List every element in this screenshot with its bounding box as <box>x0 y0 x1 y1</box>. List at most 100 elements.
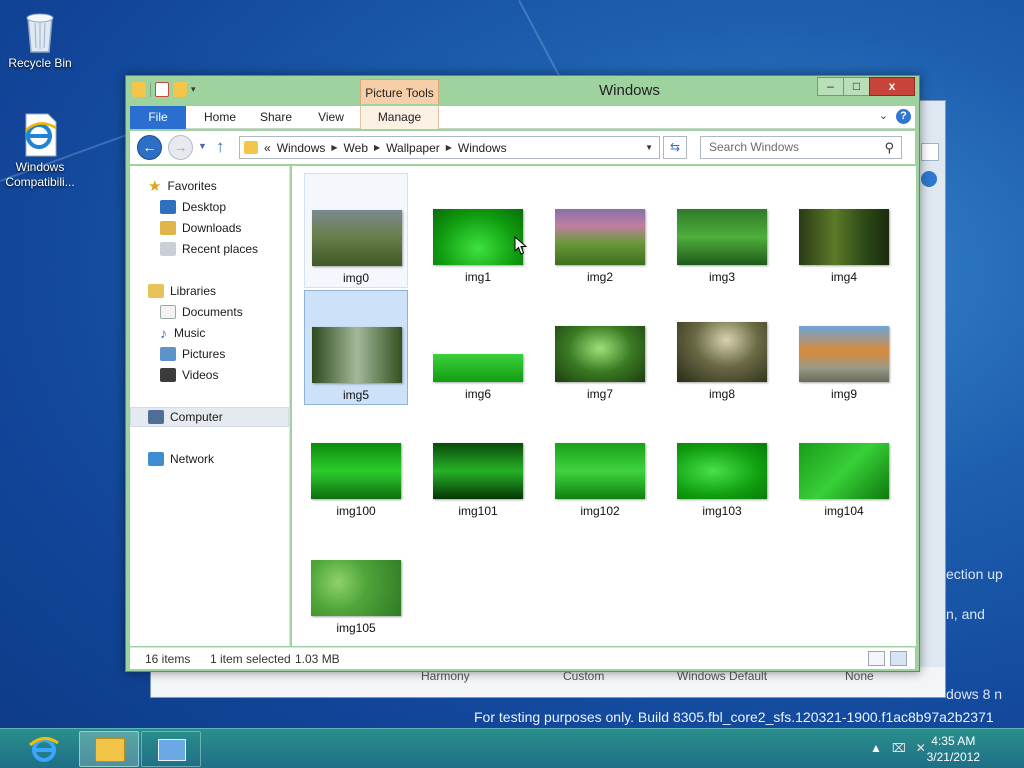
refresh-button[interactable]: ⇆ <box>663 136 687 159</box>
help-icon[interactable]: ? <box>896 109 911 124</box>
thumbnail <box>677 322 767 382</box>
nav-computer[interactable]: Computer <box>130 407 289 427</box>
forward-button[interactable]: → <box>168 135 193 160</box>
nav-downloads[interactable]: Downloads <box>160 218 288 238</box>
documents-icon <box>160 305 176 319</box>
clock[interactable]: 4:35 AM 3/21/2012 <box>927 733 980 765</box>
taskbar-internet-explorer[interactable] <box>14 731 74 767</box>
folder-icon <box>244 141 258 154</box>
nav-libraries[interactable]: Libraries <box>148 281 288 301</box>
thumbnail <box>555 443 645 499</box>
file-tile-img4[interactable]: img4 <box>792 173 896 288</box>
control-panel-icon <box>158 739 186 761</box>
file-tile-img104[interactable]: img104 <box>792 407 896 522</box>
nav-music[interactable]: ♪ Music <box>160 323 288 343</box>
nav-recent-places[interactable]: Recent places <box>160 239 288 259</box>
new-folder-icon[interactable] <box>173 82 187 97</box>
taskbar-file-explorer[interactable] <box>79 731 139 767</box>
nav-favorites[interactable]: ★ Favorites <box>148 176 288 196</box>
back-button[interactable]: ← <box>137 135 162 160</box>
file-tile-img8[interactable]: img8 <box>670 290 774 405</box>
file-tile-img3[interactable]: img3 <box>670 173 774 288</box>
minimize-button[interactable]: – <box>817 77 844 96</box>
customize-qat-icon[interactable]: ▾ <box>191 84 196 95</box>
nav-label: Downloads <box>182 221 242 235</box>
breadcrumb-item[interactable]: Wallpaper <box>386 141 440 155</box>
breadcrumb-arrow-icon[interactable]: ▶ <box>331 143 337 152</box>
search-icon <box>921 143 939 161</box>
properties-icon[interactable] <box>155 82 169 97</box>
address-bar[interactable]: « Windows ▶ Web ▶ Wallpaper ▶ Windows ▼ <box>239 136 660 159</box>
navigation-bar: ← → ▼ ↑ « Windows ▶ Web ▶ Wallpaper ▶ Wi… <box>130 131 915 164</box>
address-dropdown-icon[interactable]: ▼ <box>645 143 653 152</box>
tab-share[interactable]: Share <box>252 106 300 129</box>
show-hidden-icons-icon[interactable]: ▲ <box>870 741 882 755</box>
file-tile-img9[interactable]: img9 <box>792 290 896 405</box>
selection-size: 1.03 MB <box>295 652 340 666</box>
file-tile-img102[interactable]: img102 <box>548 407 652 522</box>
large-icons-view-icon[interactable] <box>890 651 907 666</box>
taskbar-control-panel[interactable] <box>141 731 201 767</box>
details-view-icon[interactable] <box>868 651 885 666</box>
file-name: img102 <box>580 504 620 518</box>
nav-desktop[interactable]: Desktop <box>160 197 288 217</box>
volume-muted-icon[interactable]: ✕ <box>916 741 926 755</box>
libraries-icon <box>148 284 164 298</box>
breadcrumb-item[interactable]: Web <box>344 141 368 155</box>
file-tile-img101[interactable]: img101 <box>426 407 530 522</box>
nav-network[interactable]: Network <box>148 449 288 469</box>
file-name: img6 <box>464 387 491 401</box>
computer-icon <box>148 410 164 424</box>
nav-label: Network <box>170 452 215 466</box>
file-tile-img2[interactable]: img2 <box>548 173 652 288</box>
file-name: img0 <box>342 271 369 285</box>
maximize-button[interactable]: □ <box>843 77 870 96</box>
file-name: img103 <box>702 504 742 518</box>
downloads-icon <box>160 221 176 235</box>
tab-view[interactable]: View <box>308 106 354 129</box>
search-input[interactable]: Search Windows ⚲ <box>700 136 902 159</box>
file-tile-img5[interactable]: img5 <box>304 290 408 405</box>
thumbnail <box>312 327 402 383</box>
background-text: ection up <box>946 566 1003 582</box>
thumbnail <box>311 443 401 499</box>
desktop-icon-recycle-bin[interactable]: Recycle Bin <box>0 8 80 71</box>
thumbnail <box>799 209 889 265</box>
up-arrow-icon[interactable]: ↑ <box>216 137 225 157</box>
thumbnail <box>555 326 645 382</box>
file-tile-img6[interactable]: img6 <box>426 290 530 405</box>
tab-manage[interactable]: Manage <box>360 106 439 129</box>
expand-ribbon-icon[interactable]: ⌄ <box>879 109 888 124</box>
tab-file[interactable]: File <box>130 106 186 129</box>
file-tile-img7[interactable]: img7 <box>548 290 652 405</box>
file-tile-img1[interactable]: img1 <box>426 173 530 288</box>
nav-pictures[interactable]: Pictures <box>160 344 288 364</box>
breadcrumb-arrow-icon[interactable]: ▶ <box>374 143 380 152</box>
nav-documents[interactable]: Documents <box>160 302 288 322</box>
folder-icon <box>132 82 146 97</box>
close-button[interactable]: x <box>869 77 915 96</box>
network-icon[interactable]: ⌧ <box>892 741 906 755</box>
breadcrumb-item[interactable]: Windows <box>277 141 326 155</box>
mouse-pointer-icon <box>514 236 528 255</box>
title-bar[interactable]: ▾ Picture Tools Windows – □ x <box>126 76 919 104</box>
tab-home[interactable]: Home <box>196 106 244 129</box>
nav-videos[interactable]: Videos <box>160 365 288 385</box>
file-tile-img0[interactable]: img0 <box>304 173 408 288</box>
file-name: img9 <box>830 387 857 401</box>
desktop-icon-label: Windows Compatibili... <box>5 160 75 189</box>
file-tile-img103[interactable]: img103 <box>670 407 774 522</box>
breadcrumb-arrow-icon[interactable]: ▶ <box>446 143 452 152</box>
recent-locations-icon[interactable]: ▼ <box>198 141 207 151</box>
notification-area: ▲ ⌧ ✕ <box>870 741 926 755</box>
file-tile-img100[interactable]: img100 <box>304 407 408 522</box>
nav-label: Music <box>174 326 206 340</box>
thumbnail <box>433 209 523 265</box>
desktop-icon-windows-compat[interactable]: Windows Compatibili... <box>0 112 80 190</box>
breadcrumb-item[interactable]: Windows <box>458 141 507 155</box>
file-name: img8 <box>708 387 735 401</box>
search-icon[interactable]: ⚲ <box>884 137 894 158</box>
address-overflow[interactable]: « <box>264 141 271 155</box>
nav-label: Computer <box>170 410 223 424</box>
file-tile-img105[interactable]: img105 <box>304 524 408 639</box>
